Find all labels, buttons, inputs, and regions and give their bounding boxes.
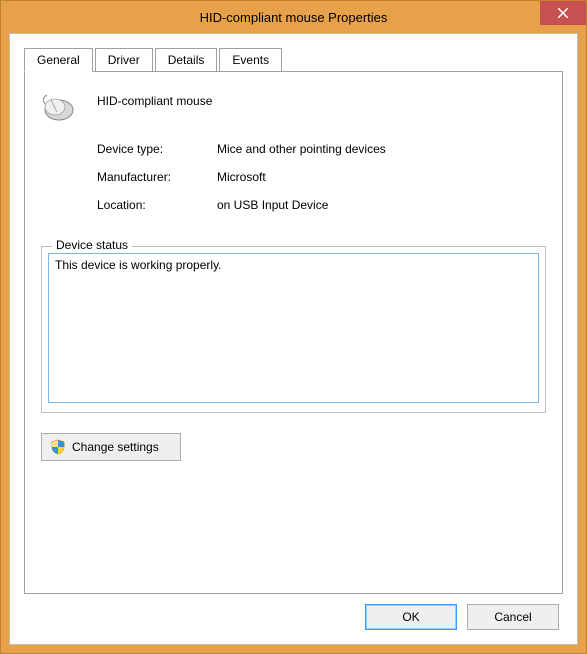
cancel-button[interactable]: Cancel — [467, 604, 559, 630]
device-status-text[interactable] — [48, 253, 539, 403]
manufacturer-label: Manufacturer: — [97, 170, 217, 184]
titlebar: HID-compliant mouse Properties — [1, 1, 586, 33]
tab-events[interactable]: Events — [219, 48, 282, 71]
properties-window: HID-compliant mouse Properties General D… — [0, 0, 587, 654]
location-value: on USB Input Device — [217, 198, 328, 212]
change-settings-label: Change settings — [72, 440, 159, 454]
close-icon — [558, 8, 568, 18]
device-info: Device type: Mice and other pointing dev… — [97, 142, 546, 226]
device-status-legend: Device status — [52, 238, 132, 252]
tabstrip: General Driver Details Events — [24, 46, 563, 72]
device-name: HID-compliant mouse — [97, 94, 212, 108]
window-title: HID-compliant mouse Properties — [1, 10, 586, 25]
close-button[interactable] — [540, 1, 586, 25]
device-type-value: Mice and other pointing devices — [217, 142, 386, 156]
tab-general[interactable]: General — [24, 48, 93, 72]
tab-details[interactable]: Details — [155, 48, 218, 71]
uac-shield-icon — [50, 439, 66, 455]
mouse-icon — [41, 90, 83, 124]
tab-driver[interactable]: Driver — [95, 48, 153, 71]
ok-button[interactable]: OK — [365, 604, 457, 630]
device-type-label: Device type: — [97, 142, 217, 156]
device-status-group: Device status — [41, 246, 546, 413]
location-label: Location: — [97, 198, 217, 212]
manufacturer-value: Microsoft — [217, 170, 266, 184]
dialog-buttons: OK Cancel — [24, 594, 563, 630]
device-header: HID-compliant mouse — [41, 90, 546, 124]
change-settings-button[interactable]: Change settings — [41, 433, 181, 461]
client-area: General Driver Details Events HID-compli… — [9, 33, 578, 645]
tab-body-general: HID-compliant mouse Device type: Mice an… — [24, 72, 563, 594]
